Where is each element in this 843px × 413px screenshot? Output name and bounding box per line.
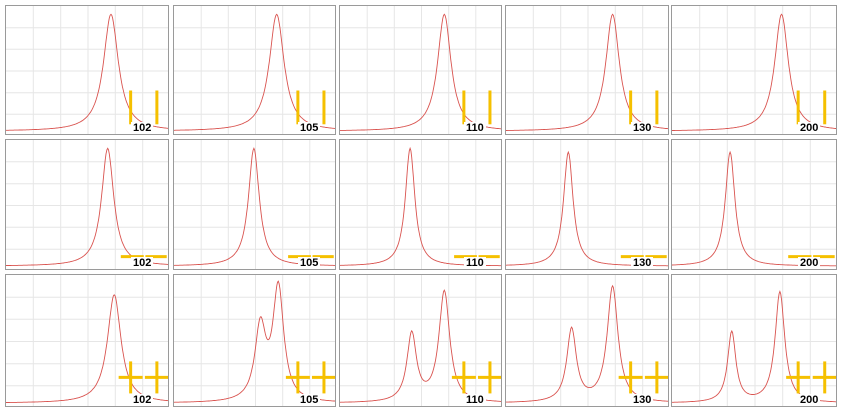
panel-label: 200	[798, 394, 821, 406]
panel-label: 110	[464, 394, 486, 406]
chart-panel: 105	[173, 5, 336, 135]
panel-label: 105	[298, 122, 321, 134]
chart-panel: 102	[5, 139, 169, 270]
chart-svg	[340, 6, 501, 134]
chart-panel: 105	[173, 274, 336, 407]
chart-panel: 102	[5, 274, 169, 407]
chart-svg	[672, 6, 836, 134]
panel-label: 200	[798, 257, 821, 269]
panel-label: 105	[298, 257, 321, 269]
panel-label: 130	[631, 122, 654, 134]
chart-svg	[506, 275, 668, 406]
chart-svg	[506, 140, 668, 269]
chart-svg	[340, 275, 501, 406]
panel-label: 102	[131, 257, 154, 269]
chart-svg	[174, 6, 335, 134]
chart-svg	[672, 275, 836, 406]
panel-label: 105	[298, 394, 321, 406]
chart-panel: 130	[505, 5, 669, 135]
chart-panel: 200	[671, 274, 837, 407]
chart-svg	[6, 275, 168, 406]
chart-svg	[174, 275, 335, 406]
chart-panel: 130	[505, 139, 669, 270]
chart-panel: 102	[5, 5, 169, 135]
panel-label: 130	[631, 394, 654, 406]
panel-label: 102	[131, 394, 154, 406]
chart-panel: 110	[339, 274, 502, 407]
chart-panel: 110	[339, 5, 502, 135]
chart-svg	[6, 140, 168, 269]
chart-panel: 200	[671, 139, 837, 270]
chart-panel: 200	[671, 5, 837, 135]
panel-label: 102	[131, 122, 154, 134]
chart-grid: 102 105 110 130 200 102 105 110 130 200 102 105 110 1…	[0, 0, 843, 413]
panel-label: 200	[798, 122, 821, 134]
chart-svg	[6, 6, 168, 134]
chart-svg	[672, 140, 836, 269]
panel-label: 130	[631, 257, 654, 269]
chart-svg	[506, 6, 668, 134]
chart-panel: 105	[173, 139, 336, 270]
panel-label: 110	[464, 122, 486, 134]
chart-panel: 130	[505, 274, 669, 407]
panel-label: 110	[464, 257, 486, 269]
chart-svg	[340, 140, 501, 269]
chart-svg	[174, 140, 335, 269]
chart-panel: 110	[339, 139, 502, 270]
